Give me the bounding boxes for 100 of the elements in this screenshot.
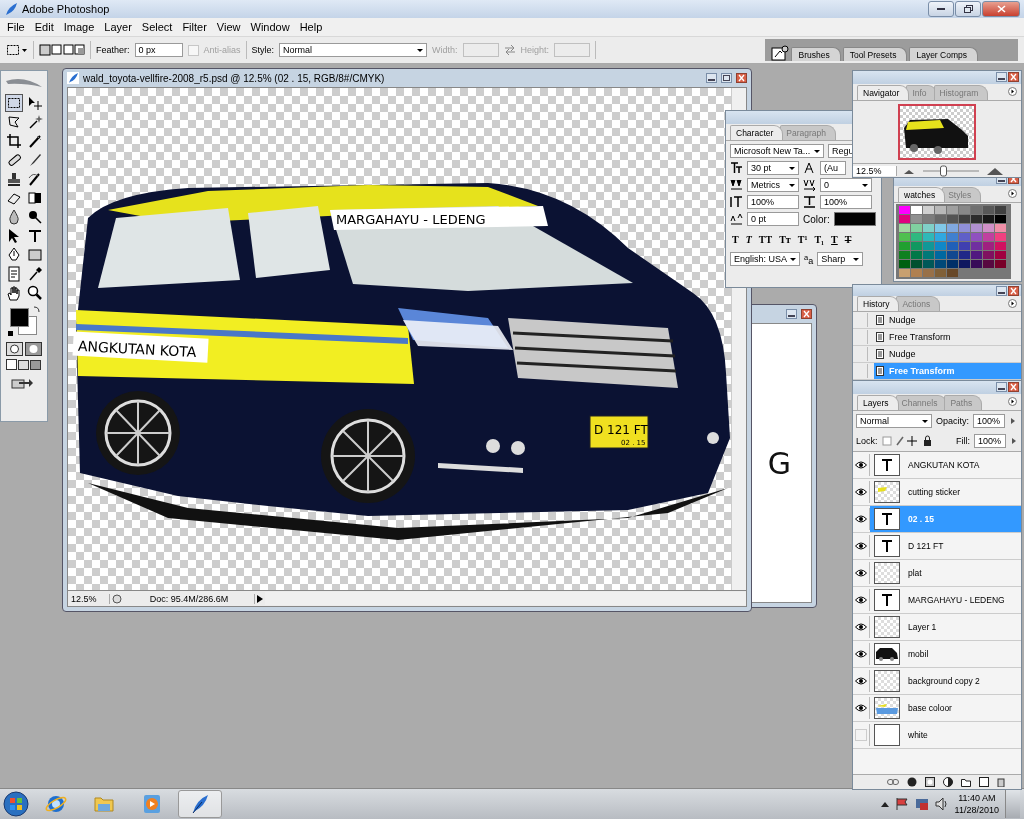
color-swatch[interactable]: [899, 215, 910, 223]
slider-thumb[interactable]: [940, 165, 947, 176]
color-swatch[interactable]: [947, 215, 958, 223]
opacity-arrow-icon[interactable]: [1009, 416, 1017, 426]
menu-item[interactable]: Filter: [177, 20, 212, 34]
minimize-button[interactable]: [996, 286, 1007, 296]
font-family-dropdown[interactable]: Microsoft New Ta...: [730, 144, 824, 158]
color-swatch[interactable]: [947, 242, 958, 250]
color-swatch[interactable]: [923, 251, 934, 259]
panel-tab[interactable]: watches: [898, 187, 946, 202]
palette-well-tab[interactable]: Layer Comps: [909, 47, 978, 61]
horizontal-scale-field[interactable]: 100%: [820, 195, 872, 209]
tracking-dropdown[interactable]: 0: [820, 178, 872, 192]
layers-panel-row[interactable]: Layer 1: [870, 614, 1021, 640]
color-swatch[interactable]: [935, 215, 946, 223]
text-style-button[interactable]: T: [732, 234, 739, 245]
color-swatch[interactable]: [911, 233, 922, 241]
color-swatch[interactable]: [959, 206, 970, 214]
close-button[interactable]: [736, 73, 747, 83]
layers-panel-row[interactable]: base coloor: [870, 695, 1021, 721]
network-icon[interactable]: [914, 797, 929, 811]
layers-panel-row[interactable]: MARGAHAYU - LEDENG: [870, 587, 1021, 613]
menu-item[interactable]: Help: [294, 20, 328, 34]
color-swatch[interactable]: [959, 233, 970, 241]
color-swatch[interactable]: [995, 215, 1006, 223]
color-swatch[interactable]: [935, 242, 946, 250]
panel-menu-button[interactable]: [1008, 299, 1017, 308]
flag-icon[interactable]: [894, 797, 909, 811]
start-button[interactable]: [2, 790, 30, 818]
opacity-field[interactable]: 100%: [973, 414, 1005, 428]
color-swatch[interactable]: [971, 233, 982, 241]
layers-panel-row[interactable]: cutting sticker: [870, 479, 1021, 505]
layers-panel-row[interactable]: ANGKUTAN KOTA: [870, 452, 1021, 478]
eye-icon[interactable]: [855, 569, 867, 577]
history-state[interactable]: Free Transform: [874, 332, 1021, 342]
color-picker-icon[interactable]: [6, 305, 42, 339]
color-swatch[interactable]: [947, 233, 958, 241]
show-desktop-button[interactable]: [1005, 790, 1020, 818]
status-icon[interactable]: [110, 592, 124, 605]
color-swatch[interactable]: [983, 260, 994, 268]
close-button[interactable]: [801, 309, 812, 319]
leading-field[interactable]: (Au: [820, 161, 846, 175]
color-swatch[interactable]: [899, 260, 910, 268]
color-swatch[interactable]: [983, 251, 994, 259]
zoom-in-button[interactable]: [985, 165, 1005, 176]
menu-item[interactable]: File: [2, 20, 30, 34]
color-swatch[interactable]: [995, 233, 1006, 241]
color-swatch[interactable]: [899, 269, 910, 277]
fill-arrow-icon[interactable]: [1010, 436, 1018, 446]
color-swatch[interactable]: [983, 224, 994, 232]
adjustment-layer-icon[interactable]: [943, 777, 953, 787]
color-swatch[interactable]: [899, 224, 910, 232]
text-style-button[interactable]: T₁: [814, 234, 825, 245]
palette-well-tab[interactable]: Brushes: [791, 47, 841, 61]
eye-icon[interactable]: [855, 515, 867, 523]
panel-menu-button[interactable]: [1008, 87, 1017, 96]
color-swatch[interactable]: [959, 224, 970, 232]
blend-mode-dropdown[interactable]: Normal: [856, 414, 932, 428]
taskbar-app[interactable]: [178, 790, 222, 818]
eye-icon[interactable]: [855, 650, 867, 658]
screen-mode-icons[interactable]: [6, 359, 42, 371]
minimize-button[interactable]: [786, 309, 797, 319]
menu-item[interactable]: Select: [136, 20, 178, 34]
color-swatch[interactable]: [995, 260, 1006, 268]
color-swatch[interactable]: [983, 242, 994, 250]
color-swatch[interactable]: [983, 233, 994, 241]
style-dropdown[interactable]: Normal: [279, 43, 428, 57]
color-swatch[interactable]: [959, 260, 970, 268]
visibility-toggle[interactable]: [855, 729, 867, 741]
text-style-button[interactable]: T¹: [797, 234, 808, 245]
trash-icon[interactable]: [997, 777, 1005, 787]
speaker-icon[interactable]: [934, 797, 949, 811]
swap-icon[interactable]: [503, 44, 516, 56]
color-swatch[interactable]: [923, 233, 934, 241]
menu-item[interactable]: Image: [58, 20, 100, 34]
text-style-button[interactable]: T: [745, 234, 752, 245]
color-swatch[interactable]: [923, 260, 934, 268]
layers-panel-row[interactable]: D 121 FT: [870, 533, 1021, 559]
standard-mode-icon[interactable]: [6, 342, 23, 356]
color-swatch[interactable]: [899, 206, 910, 214]
color-swatch[interactable]: [983, 215, 994, 223]
width-field[interactable]: [462, 43, 499, 57]
color-swatch[interactable]: [935, 251, 946, 259]
baseline-shift-field[interactable]: 0 pt: [747, 212, 799, 226]
color-swatch[interactable]: [995, 251, 1006, 259]
layers-panel-row[interactable]: background copy 2: [870, 668, 1021, 694]
text-style-button[interactable]: TT: [758, 234, 773, 245]
menu-item[interactable]: Window: [245, 20, 295, 34]
new-layer-icon[interactable]: [979, 777, 989, 787]
color-swatch[interactable]: [947, 206, 958, 214]
color-swatch[interactable]: [947, 269, 958, 277]
palette-well-icon[interactable]: [771, 45, 790, 61]
color-swatch[interactable]: [995, 242, 1006, 250]
mask-icon[interactable]: [925, 777, 935, 787]
menu-item[interactable]: View: [211, 20, 246, 34]
color-swatch[interactable]: [995, 224, 1006, 232]
color-swatch[interactable]: [911, 269, 922, 277]
color-swatch[interactable]: [923, 215, 934, 223]
navigator-zoom-field[interactable]: 12.5%: [853, 165, 897, 176]
color-swatch[interactable]: [971, 260, 982, 268]
